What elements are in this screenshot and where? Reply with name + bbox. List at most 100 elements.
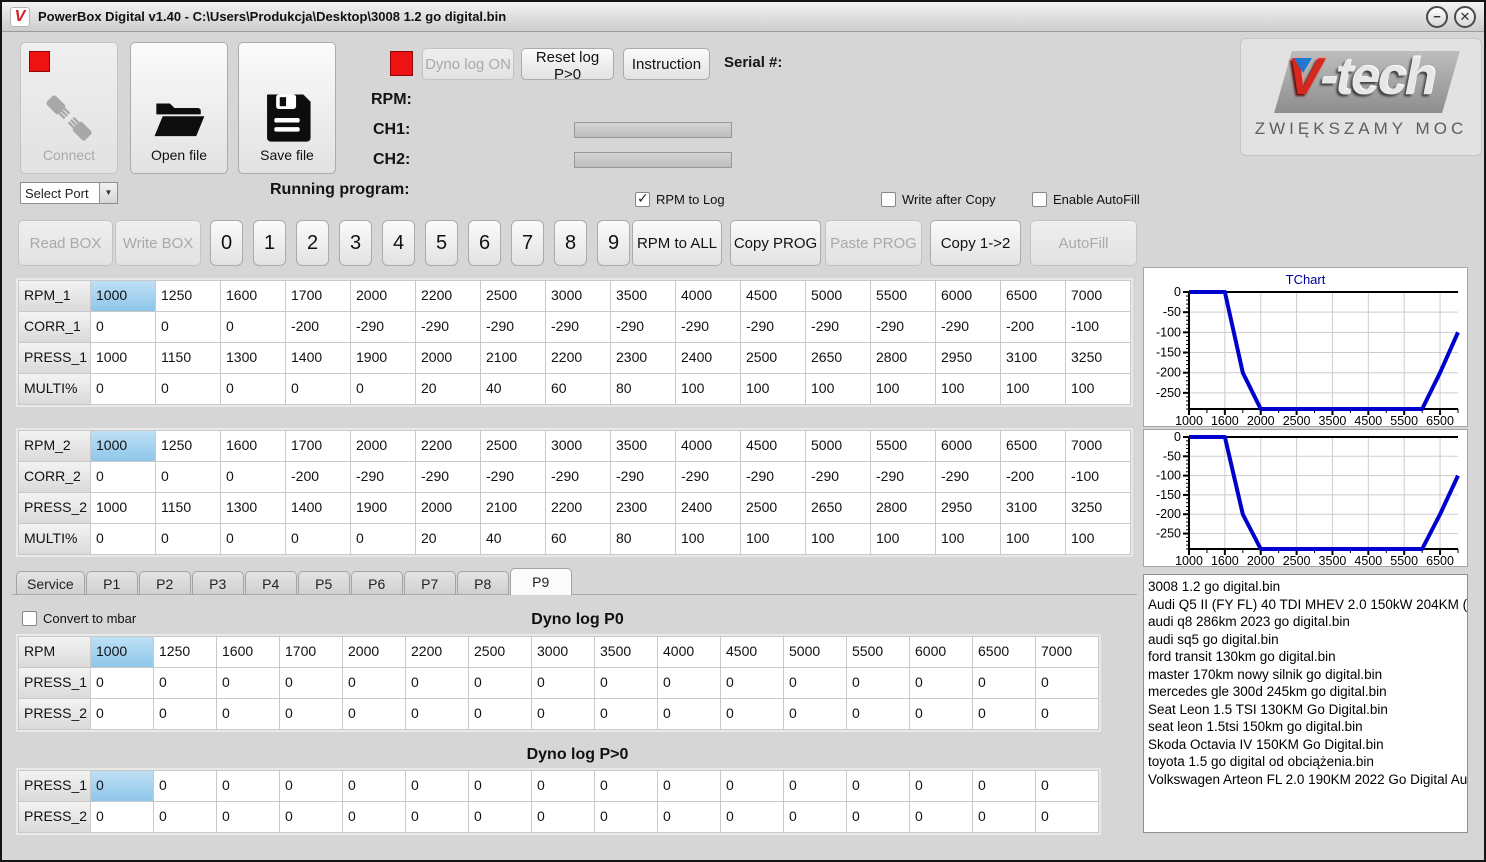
table-cell[interactable]: 0	[221, 312, 286, 343]
table-cell[interactable]: 3250	[1066, 493, 1131, 524]
table-cell[interactable]: 3100	[1001, 493, 1066, 524]
table-cell[interactable]: 100	[936, 524, 1001, 555]
table-cell[interactable]: 2000	[416, 343, 481, 374]
table-cell[interactable]: 60	[546, 524, 611, 555]
table-cell[interactable]: -290	[676, 312, 741, 343]
table-cell[interactable]: 0	[217, 668, 280, 699]
write-after-copy-checkbox[interactable]: Write after Copy	[881, 192, 996, 207]
table-cell[interactable]: 100	[806, 524, 871, 555]
table-cell[interactable]: 4500	[741, 431, 806, 462]
table-cell[interactable]: -290	[806, 312, 871, 343]
table-cell[interactable]: 5000	[806, 431, 871, 462]
table-cell[interactable]: -290	[481, 462, 546, 493]
table-cell[interactable]: 6500	[1001, 431, 1066, 462]
table-cell[interactable]: 1700	[286, 431, 351, 462]
file-list-item[interactable]: mercedes gle 300d 245km go digital.bin	[1148, 683, 1467, 701]
table-cell[interactable]: 100	[1066, 374, 1131, 405]
table-cell[interactable]: 1900	[351, 343, 416, 374]
table-cell[interactable]: 100	[676, 524, 741, 555]
table-cell[interactable]: 0	[343, 802, 406, 833]
table-cell[interactable]: 2300	[611, 343, 676, 374]
table-cell[interactable]: 0	[784, 668, 847, 699]
file-list-item[interactable]: seat leon 1.5tsi 150km go digital.bin	[1148, 718, 1467, 736]
file-list-item[interactable]: audi q8 286km 2023 go digital.bin	[1148, 613, 1467, 631]
table-cell[interactable]: -290	[416, 312, 481, 343]
table-cell[interactable]: 0	[910, 771, 973, 802]
table-cell[interactable]: 2200	[416, 281, 481, 312]
table-cell[interactable]: 2300	[611, 493, 676, 524]
tab-p9[interactable]: P9	[509, 568, 572, 595]
table-cell[interactable]: 2950	[936, 493, 1001, 524]
table-cell[interactable]: 5000	[806, 281, 871, 312]
table-cell[interactable]: 1600	[217, 637, 280, 668]
table-cell[interactable]: 0	[973, 668, 1036, 699]
table-cell[interactable]: 0	[154, 668, 217, 699]
table-cell[interactable]: 7000	[1066, 431, 1131, 462]
table-cell[interactable]: 5500	[871, 281, 936, 312]
table-cell[interactable]: 0	[156, 374, 221, 405]
table-cell[interactable]: 2200	[416, 431, 481, 462]
file-list-item[interactable]: Audi Q5 II (FY FL) 40 TDI MHEV 2.0 150kW…	[1148, 596, 1467, 614]
table-cell[interactable]: -290	[936, 462, 1001, 493]
tab-p4[interactable]: P4	[244, 571, 297, 595]
table-cell[interactable]: 1000	[91, 637, 154, 668]
table-cell[interactable]: 0	[658, 802, 721, 833]
table-cell[interactable]: 1000	[91, 431, 156, 462]
table-cell[interactable]: 0	[286, 524, 351, 555]
table-cell[interactable]: 0	[91, 802, 154, 833]
table-cell[interactable]: -290	[871, 312, 936, 343]
file-list-item[interactable]: ford transit 130km go digital.bin	[1148, 648, 1467, 666]
digit-button-4[interactable]: 4	[382, 220, 415, 266]
table-cell[interactable]: 1700	[280, 637, 343, 668]
table-cell[interactable]: 0	[847, 802, 910, 833]
table-cell[interactable]: 0	[1036, 699, 1099, 730]
table-cell[interactable]: 0	[721, 668, 784, 699]
tab-p8[interactable]: P8	[456, 571, 509, 595]
table-cell[interactable]: 6000	[936, 431, 1001, 462]
table-cell[interactable]: -290	[741, 312, 806, 343]
chevron-down-icon[interactable]: ▼	[99, 183, 117, 203]
paste-prog-button[interactable]: Paste PROG	[825, 220, 922, 266]
file-list-item[interactable]: master 170km nowy silnik go digital.bin	[1148, 666, 1467, 684]
table-cell[interactable]: -290	[611, 312, 676, 343]
table-cell[interactable]: 100	[871, 524, 936, 555]
table-cell[interactable]: -290	[481, 312, 546, 343]
table-cell[interactable]: 0	[532, 668, 595, 699]
read-box-button[interactable]: Read BOX	[18, 220, 113, 266]
table-cell[interactable]: 4000	[676, 431, 741, 462]
table-cell[interactable]: 2500	[741, 493, 806, 524]
table-cell[interactable]: 0	[343, 771, 406, 802]
table-cell[interactable]: 2100	[481, 343, 546, 374]
digit-button-1[interactable]: 1	[253, 220, 286, 266]
table-cell[interactable]: 0	[469, 668, 532, 699]
table-cell[interactable]: 5500	[847, 637, 910, 668]
tab-p3[interactable]: P3	[191, 571, 244, 595]
table-cell[interactable]: 1900	[351, 493, 416, 524]
table-cell[interactable]: 2650	[806, 493, 871, 524]
digit-button-7[interactable]: 7	[511, 220, 544, 266]
file-list-item[interactable]: Seat Leon 1.5 TSI 130KM Go Digital.bin	[1148, 701, 1467, 719]
table-cell[interactable]: 0	[532, 771, 595, 802]
table-cell[interactable]: -100	[1066, 462, 1131, 493]
table-cell[interactable]: 0	[221, 524, 286, 555]
table-cell[interactable]: 4500	[721, 637, 784, 668]
file-list-item[interactable]: audi sq5 go digital.bin	[1148, 631, 1467, 649]
table-cell[interactable]: 0	[280, 699, 343, 730]
digit-button-3[interactable]: 3	[339, 220, 372, 266]
table-cell[interactable]: 6500	[1001, 281, 1066, 312]
table-cell[interactable]: 3000	[532, 637, 595, 668]
table-cell[interactable]: 0	[721, 771, 784, 802]
table-cell[interactable]: 0	[595, 802, 658, 833]
table-cell[interactable]: 0	[91, 462, 156, 493]
table-cell[interactable]: 0	[784, 699, 847, 730]
tab-p7[interactable]: P7	[403, 571, 456, 595]
table-cell[interactable]: 80	[611, 374, 676, 405]
table-cell[interactable]: 1000	[91, 493, 156, 524]
table-cell[interactable]: 1250	[156, 281, 221, 312]
table-cell[interactable]: 2000	[351, 431, 416, 462]
table-cell[interactable]: 20	[416, 524, 481, 555]
table-cell[interactable]: -290	[611, 462, 676, 493]
table-cell[interactable]: 0	[784, 771, 847, 802]
table-cell[interactable]: 0	[469, 699, 532, 730]
table-cell[interactable]: 3500	[595, 637, 658, 668]
